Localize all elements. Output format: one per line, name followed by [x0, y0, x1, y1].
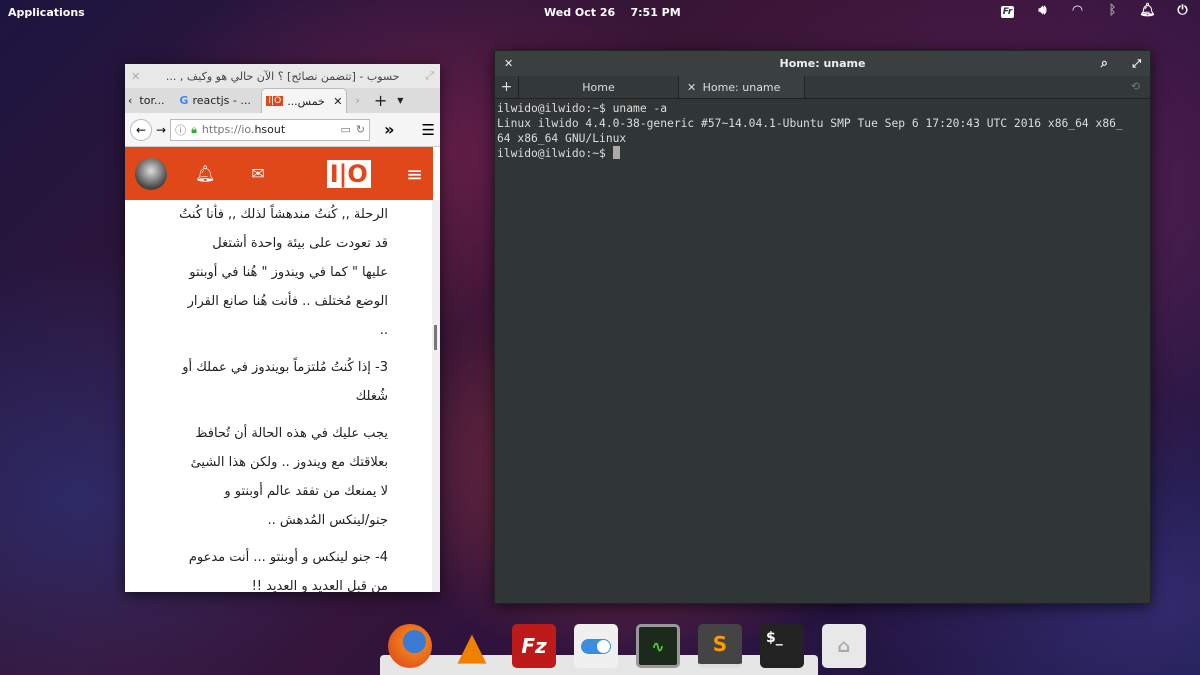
history-icon[interactable]: ⟲ — [1121, 76, 1150, 98]
terminal-titlebar: ✕ Home: uname ⌕ ⤢ — [495, 51, 1150, 76]
hamburger-menu-icon[interactable]: ≡ — [406, 162, 423, 186]
tab-hsoub[interactable]: I|O خمس... ✕ — [261, 88, 348, 113]
article-content: الرحلة ,, كُنتُ مندهشاً لذلك ,, فأنا كُن… — [125, 200, 433, 592]
info-icon[interactable]: ⓘ — [175, 122, 186, 138]
mail-icon[interactable]: ✉ — [251, 164, 264, 183]
close-icon[interactable]: ✕ — [504, 57, 513, 70]
site-header: 🔔︎ ✉ I|O ≡ — [125, 147, 433, 200]
terminal-output[interactable]: ilwido@ilwido:~$ uname -a Linux ilwido 4.… — [495, 99, 1150, 163]
scrollbar[interactable] — [432, 200, 440, 592]
vlc-icon[interactable]: ▲ — [450, 624, 494, 668]
navigation-bar: ← → ⓘ 🔒︎ https://io.hsout ▭ ↻ » ☰ — [125, 113, 440, 147]
tab-reactjs[interactable]: Greactjs - ... — [175, 88, 261, 113]
bluetooth-icon[interactable]: ᛒ — [1095, 3, 1130, 18]
url-bar[interactable]: ⓘ 🔒︎ https://io.hsout ▭ ↻ — [170, 118, 371, 141]
applications-menu[interactable]: Applications — [8, 6, 85, 19]
hsoub-io-icon: I|O — [266, 96, 284, 106]
top-panel: Applications Wed Oct 26 7:51 PM Fr 🔊︎ ◠ … — [0, 0, 1200, 25]
window-title: حسوب - [تتضمن نصائح] ؟ الآن حالي هو وكيف… — [165, 69, 400, 83]
browser-window: ✕ حسوب - [تتضمن نصائح] ؟ الآن حالي هو وك… — [125, 64, 440, 592]
reload-icon[interactable]: ↻ — [356, 123, 365, 136]
tab-tor[interactable]: tor... — [135, 88, 175, 113]
terminal-icon[interactable]: $_ — [760, 624, 804, 668]
firefox-icon[interactable] — [388, 624, 432, 668]
settings-toggle-icon[interactable] — [574, 624, 618, 668]
system-monitor-icon[interactable]: ∿ — [636, 624, 680, 668]
scrollbar-thumb[interactable] — [434, 325, 437, 350]
tab-list-button[interactable]: ▼ — [393, 96, 407, 105]
close-tab-icon[interactable]: ✕ — [333, 95, 342, 108]
volume-icon[interactable]: 🔊︎ — [1025, 3, 1060, 18]
window-title: Home: uname — [779, 57, 866, 70]
tab-bar: ‹ tor... Greactjs - ... I|O خمس... ✕ › + ▼ — [125, 88, 440, 113]
hsoub-io-logo[interactable]: I|O — [326, 159, 371, 188]
forward-button[interactable]: → — [156, 123, 166, 137]
reader-view-icon[interactable]: ▭ — [340, 123, 350, 136]
menu-button[interactable]: ☰ — [422, 121, 435, 139]
new-tab-button[interactable]: + — [495, 76, 519, 98]
home-folder-icon[interactable]: ⌂ — [822, 624, 866, 668]
overflow-button[interactable]: » — [384, 120, 394, 139]
paragraph: 4- جنو لينكس و أوبنتو ... أنت مدعوم من قب… — [188, 550, 388, 592]
close-icon[interactable]: ✕ — [131, 70, 140, 83]
power-icon[interactable]: ⏻ — [1165, 3, 1200, 18]
paragraph: 3- إذا كُنتُ مُلتزماً بويندوز في عملك أو… — [182, 360, 388, 404]
google-icon: G — [179, 94, 189, 107]
clock[interactable]: Wed Oct 26 7:51 PM — [544, 6, 681, 19]
maximize-icon[interactable]: ⤢ — [425, 69, 434, 83]
browser-titlebar: ✕ حسوب - [تتضمن نصائح] ؟ الآن حالي هو وك… — [125, 64, 440, 88]
scroll-tabs-left[interactable]: ‹ — [125, 94, 135, 107]
bell-icon[interactable]: 🔔︎ — [195, 164, 215, 183]
system-tray: Fr 🔊︎ ◠ ᛒ 🔔︎ ⏻ — [990, 3, 1200, 18]
maximize-icon[interactable]: ⤢ — [1132, 57, 1141, 71]
paragraph: الرحلة ,, كُنتُ مندهشاً لذلك ,, فأنا كُن… — [179, 207, 388, 338]
dock-icons: ▲ Fz ∿ S $_ ⌂ — [388, 624, 866, 668]
close-tab-icon[interactable]: ✕ — [687, 81, 696, 94]
tab-home-uname[interactable]: ✕ Home: uname — [679, 76, 805, 98]
keyboard-layout-indicator[interactable]: Fr — [990, 3, 1025, 18]
back-button[interactable]: ← — [130, 118, 152, 141]
new-tab-button[interactable]: + — [368, 91, 393, 110]
sublime-text-icon[interactable]: S — [698, 624, 742, 668]
terminal-tab-bar: + Home ✕ Home: uname ⟲ — [495, 76, 1150, 99]
lock-icon: 🔒︎ — [191, 122, 197, 136]
paragraph: يجب عليك في هذه الحالة أن تُحافظ بعلاقتك … — [190, 426, 388, 528]
search-icon[interactable]: ⌕ — [1101, 56, 1108, 71]
tab-home[interactable]: Home — [519, 76, 679, 98]
wifi-icon[interactable]: ◠ — [1060, 3, 1095, 18]
filezilla-icon[interactable]: Fz — [512, 624, 556, 668]
terminal-window: ✕ Home: uname ⌕ ⤢ + Home ✕ Home: uname ⟲ … — [494, 50, 1151, 604]
cursor — [612, 146, 620, 159]
notifications-icon[interactable]: 🔔︎ — [1130, 3, 1165, 18]
scroll-tabs-right[interactable]: › — [347, 94, 367, 107]
avatar[interactable] — [135, 157, 167, 190]
